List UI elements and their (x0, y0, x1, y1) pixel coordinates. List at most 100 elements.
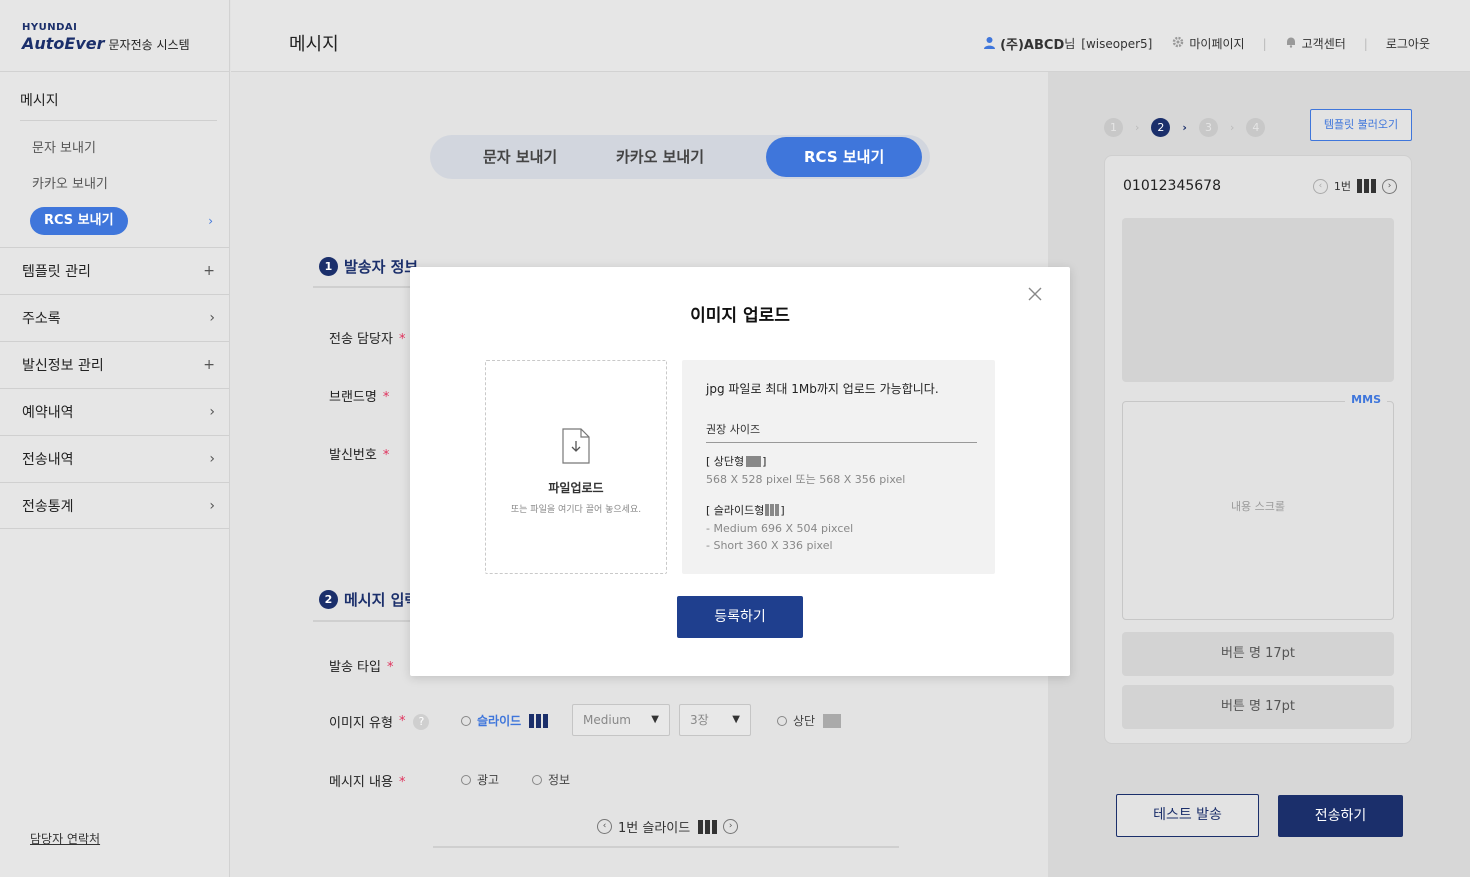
top-type-icon (746, 455, 762, 467)
section-message-input: 2 메시지 입력 (319, 589, 418, 610)
user-suffix: 님 (1064, 37, 1076, 51)
section-number: 2 (319, 590, 338, 609)
step-arrow-icon: › (1135, 121, 1140, 134)
chevron-right-icon[interactable]: › (723, 819, 739, 834)
preview-button-1[interactable]: 버튼 명 17pt (1122, 632, 1394, 676)
sidebar-item-history[interactable]: 전송내역 › (0, 435, 229, 482)
preview-slide-nav: ‹ 1번 › (1312, 178, 1397, 194)
chevron-left-icon[interactable]: ‹ (1312, 178, 1328, 194)
step-4: 4 (1246, 118, 1266, 137)
step-indicator: 1 › 2 › 3 › 4 (1104, 118, 1266, 137)
step-2: 2 (1151, 118, 1171, 137)
contact-link[interactable]: 담당자 연락처 (30, 830, 100, 847)
label-text: 발신번호 (329, 448, 377, 463)
step-arrow-icon: › (1182, 121, 1187, 134)
help-icon[interactable]: ? (413, 713, 430, 730)
radio-icon (532, 774, 542, 785)
divider: | (1262, 36, 1267, 51)
sidebar-item-sender-info[interactable]: 발신정보 관리 + (0, 341, 229, 388)
slide-type-icon (765, 504, 780, 516)
topbar: 메시지 (주)ABCD 님 [wiseoper5] 마이페이지 | 고객센터 |… (231, 0, 1470, 72)
modal-title: 이미지 업로드 (690, 306, 790, 326)
slide-type-label: 슬라이드형 (713, 504, 765, 517)
required-mark: * (386, 660, 394, 675)
label-text: 전송 담당자 (329, 332, 393, 347)
sidebar-item-address-book[interactable]: 주소록 › (0, 294, 229, 341)
slide-medium-size: - Medium 696 X 504 pixcel (706, 522, 854, 535)
register-button[interactable]: 등록하기 (677, 596, 803, 638)
logo[interactable]: HYUNDAI AutoEver 문자전송 시스템 (0, 0, 229, 72)
step-arrow-icon: › (1229, 121, 1235, 134)
required-mark: * (398, 332, 406, 347)
plus-icon: + (203, 263, 215, 279)
mypage-link[interactable]: 마이페이지 (1172, 35, 1245, 52)
sidebar-item-kakao[interactable]: 카카오 보내기 (20, 167, 217, 203)
slide-type-icon (529, 713, 549, 728)
sidebar-item-reservations[interactable]: 예약내역 › (0, 388, 229, 435)
load-template-button[interactable]: 템플릿 불러오기 (1310, 109, 1412, 141)
slide-type-icon (698, 819, 718, 834)
bell-icon (1285, 36, 1297, 51)
label-text: 발송 타입 (329, 660, 381, 675)
chevron-left-icon[interactable]: ‹ (597, 819, 612, 834)
chevron-right-icon: › (209, 451, 215, 467)
sidebar-item-sms[interactable]: 문자 보내기 (20, 131, 217, 167)
support-link[interactable]: 고객센터 (1285, 35, 1346, 52)
chevron-right-icon[interactable]: › (1382, 178, 1397, 194)
slide-type-icon (1357, 179, 1376, 193)
top-radio[interactable]: 상단 (777, 712, 842, 729)
sender-label: 전송 담당자 * (329, 328, 405, 347)
label-text: 브랜드명 (329, 390, 377, 405)
close-icon[interactable] (1028, 285, 1042, 305)
label-text: 이미지 유형 (329, 716, 393, 731)
required-mark: * (382, 390, 390, 405)
chevron-right-icon: › (209, 404, 215, 420)
file-dropzone[interactable]: 파일업로드 또는 파일을 여기다 끌어 놓으세요. (485, 360, 667, 574)
sidebar-section-title: 메시지 (20, 90, 217, 121)
upload-label: 파일업로드 (548, 481, 604, 495)
chevron-right-icon: › (209, 310, 215, 326)
sidebar-item-label: 템플릿 관리 (22, 264, 91, 280)
slide-index: 1번 (1333, 180, 1351, 193)
count-select[interactable]: 3장 ▼ (679, 704, 751, 736)
step-3: 3 (1198, 118, 1218, 137)
select-value: 3장 (690, 713, 709, 727)
required-mark: * (382, 448, 390, 463)
chevron-down-icon: ▼ (651, 714, 659, 725)
sidebar-item-label: 카카오 보내기 (32, 177, 108, 192)
chevron-right-icon: › (208, 214, 213, 228)
top-type-label: 상단형 (713, 455, 745, 468)
slide-radio[interactable]: 슬라이드 (461, 712, 549, 729)
chevron-down-icon: ▼ (732, 714, 740, 725)
image-placeholder (1122, 218, 1394, 382)
type-label: 발송 타입 * (329, 656, 393, 675)
message-content-box[interactable]: MMS 내용 스크롤 (1122, 393, 1394, 620)
test-send-button[interactable]: 테스트 발송 (1116, 794, 1259, 837)
radio-icon (461, 774, 471, 785)
user-icon (983, 36, 996, 52)
brand-label: 브랜드명 * (329, 386, 389, 405)
sidebar-item-rcs[interactable]: RCS 보내기 › (20, 203, 217, 239)
tab-sms[interactable]: 문자 보내기 (483, 135, 557, 179)
option-label: 상단 (793, 714, 816, 728)
size-select[interactable]: Medium ▼ (572, 704, 670, 736)
option-label: 광고 (477, 773, 500, 787)
sidebar-item-stats[interactable]: 전송통계 › (0, 482, 229, 529)
sidebar-item-template[interactable]: 템플릿 관리 + (0, 247, 229, 294)
logo-hyundai: HYUNDAI (22, 22, 78, 33)
top-type-icon (823, 713, 842, 728)
tab-rcs[interactable]: RCS 보내기 (766, 137, 923, 177)
preview-button-2[interactable]: 버튼 명 17pt (1122, 685, 1394, 729)
section-number: 1 (319, 257, 338, 276)
logout-link[interactable]: 로그아웃 (1386, 35, 1430, 52)
user-area: (주)ABCD 님 [wiseoper5] 마이페이지 | 고객센터 | 로그아… (983, 34, 1430, 53)
phone-number: 01012345678 (1123, 178, 1221, 194)
tab-kakao[interactable]: 카카오 보내기 (616, 135, 704, 179)
send-button[interactable]: 전송하기 (1278, 795, 1403, 837)
info-radio[interactable]: 정보 (532, 771, 570, 788)
user-id: [wiseoper5] (1081, 36, 1153, 51)
sidebar-item-label: RCS 보내기 (30, 207, 128, 235)
step-1: 1 (1104, 118, 1123, 137)
required-mark: * (398, 775, 406, 790)
ad-radio[interactable]: 광고 (461, 771, 499, 788)
